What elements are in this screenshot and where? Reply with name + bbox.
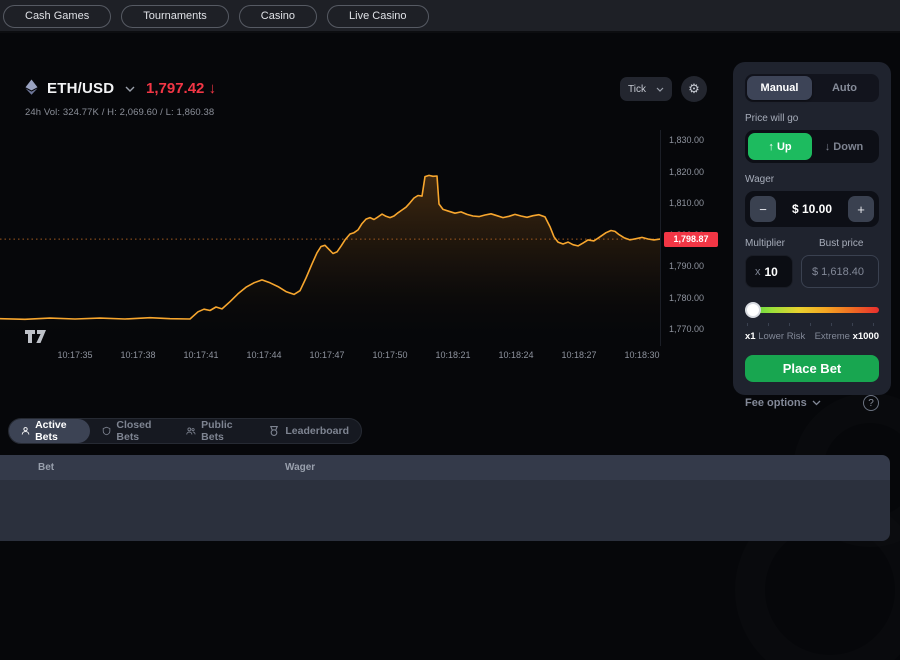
tab-auto[interactable]: Auto <box>812 76 877 100</box>
risk-slider <box>745 302 879 318</box>
tab-label: Public Bets <box>201 419 244 443</box>
tab-closed-bets[interactable]: Closed Bets <box>90 419 174 443</box>
up-arrow-icon: ↑ <box>768 141 774 153</box>
market-price: 1,797.42 ↓ <box>146 80 216 97</box>
x-tick: 10:18:24 <box>498 350 533 360</box>
x-tick: 10:17:50 <box>372 350 407 360</box>
wager-increase-button[interactable]: + <box>848 196 874 222</box>
price-value: 1,797.42 <box>146 80 204 97</box>
tab-public-bets[interactable]: Public Bets <box>174 419 256 443</box>
bet-panel: Manual Auto Price will go ↑ Up ↓ Down Wa… <box>733 62 891 395</box>
multiplier-prefix: x <box>755 266 761 278</box>
column-wager: Wager <box>285 462 315 473</box>
x-tick: 10:17:35 <box>57 350 92 360</box>
direction-toggle: ↑ Up ↓ Down <box>745 130 879 163</box>
pair-chevron-down-icon[interactable] <box>125 86 135 92</box>
chart-settings-button[interactable]: ⚙ <box>681 76 707 102</box>
current-price-tag: 1,798.87 <box>664 232 718 247</box>
market-stats: 24h Vol: 324.77K / H: 2,069.60 / L: 1,86… <box>25 107 214 118</box>
interval-chevron-down-icon <box>656 87 664 92</box>
wager-value[interactable]: $ 10.00 <box>792 202 832 216</box>
tab-label: Closed Bets <box>116 419 162 443</box>
direction-label: Price will go <box>745 113 879 124</box>
price-down-arrow-icon: ↓ <box>209 80 217 97</box>
y-tick: 1,780.00 <box>669 293 704 303</box>
wager-decrease-button[interactable]: − <box>750 196 776 222</box>
y-tick: 1,770.00 <box>669 324 704 334</box>
bets-tabbar: Active Bets Closed Bets Public Bets Lead… <box>8 418 362 444</box>
place-bet-button[interactable]: Place Bet <box>745 355 879 382</box>
wager-label: Wager <box>745 174 879 185</box>
down-arrow-icon: ↓ <box>825 141 831 153</box>
medal-icon <box>268 425 280 437</box>
x-tick: 10:17:38 <box>120 350 155 360</box>
user-icon <box>21 425 30 437</box>
chart-x-axis: 10:17:35 10:17:38 10:17:41 10:17:44 10:1… <box>0 350 720 364</box>
nav-item-casino[interactable]: Casino <box>239 5 317 28</box>
x-tick: 10:17:47 <box>309 350 344 360</box>
tradingview-logo <box>24 329 47 344</box>
nav-item-cash-games[interactable]: Cash Games <box>3 5 111 28</box>
x-tick: 10:17:41 <box>183 350 218 360</box>
bet-down-button[interactable]: ↓ Down <box>812 133 876 160</box>
help-button[interactable]: ? <box>863 395 879 411</box>
interval-value: Tick <box>628 84 646 95</box>
gear-icon: ⚙ <box>688 83 700 96</box>
risk-slider-thumb[interactable] <box>745 302 761 318</box>
y-tick: 1,790.00 <box>669 261 704 271</box>
x-tick: 10:18:30 <box>624 350 659 360</box>
shield-icon <box>102 425 111 437</box>
price-chart[interactable] <box>0 130 660 346</box>
tab-active-bets[interactable]: Active Bets <box>9 419 90 443</box>
y-tick: 1,820.00 <box>669 167 704 177</box>
fee-options-toggle[interactable]: Fee options <box>745 397 821 409</box>
bust-price-field: $ 1,618.40 <box>801 255 879 288</box>
risk-high-label: Extreme x1000 <box>815 331 879 342</box>
y-tick: 1,830.00 <box>669 135 704 145</box>
mode-tabs: Manual Auto <box>745 74 879 102</box>
chart-y-axis: 1,830.00 1,820.00 1,810.00 1,800.00 1,79… <box>660 130 720 346</box>
up-label: Up <box>777 141 792 153</box>
bets-table: Bet Wager <box>0 455 890 541</box>
users-icon <box>186 425 196 437</box>
top-navigation: Cash Games Tournaments Casino Live Casin… <box>0 0 900 33</box>
x-tick: 10:18:21 <box>435 350 470 360</box>
multiplier-input[interactable]: x 10 <box>745 255 793 288</box>
multiplier-value: 10 <box>765 265 778 279</box>
down-label: Down <box>833 141 863 153</box>
bets-table-body <box>0 480 890 541</box>
interval-dropdown[interactable]: Tick <box>620 77 672 101</box>
nav-item-tournaments[interactable]: Tournaments <box>121 5 229 28</box>
x-tick: 10:18:27 <box>561 350 596 360</box>
tab-label: Leaderboard <box>285 425 349 437</box>
tab-label: Active Bets <box>35 419 78 443</box>
tab-leaderboard[interactable]: Leaderboard <box>256 419 361 443</box>
eth-icon <box>24 79 39 95</box>
bust-price-label: Bust price <box>819 238 879 249</box>
y-tick: 1,810.00 <box>669 198 704 208</box>
risk-slider-track[interactable] <box>745 307 879 313</box>
bets-table-header: Bet Wager <box>0 455 890 480</box>
chart-area-fill <box>0 175 660 346</box>
nav-pills: Cash Games Tournaments Casino Live Casin… <box>0 0 433 33</box>
multiplier-label: Multiplier <box>745 238 793 249</box>
fee-options-label: Fee options <box>745 397 807 409</box>
fee-options-row: Fee options ? <box>745 395 879 411</box>
tab-manual[interactable]: Manual <box>747 76 812 100</box>
market-pair-label[interactable]: ETH/USD <box>47 80 114 97</box>
fee-chevron-down-icon <box>812 400 821 406</box>
x-tick: 10:17:44 <box>246 350 281 360</box>
risk-slider-ticks <box>747 323 877 326</box>
nav-item-live-casino[interactable]: Live Casino <box>327 5 428 28</box>
risk-labels: x1 Lower Risk Extreme x1000 <box>745 331 879 342</box>
bet-up-button[interactable]: ↑ Up <box>748 133 812 160</box>
risk-low-label: x1 Lower Risk <box>745 331 805 342</box>
wager-stepper: − $ 10.00 + <box>745 191 879 227</box>
question-icon: ? <box>868 398 874 409</box>
app-root: Cash Games Tournaments Casino Live Casin… <box>0 0 900 600</box>
column-bet: Bet <box>0 462 285 473</box>
